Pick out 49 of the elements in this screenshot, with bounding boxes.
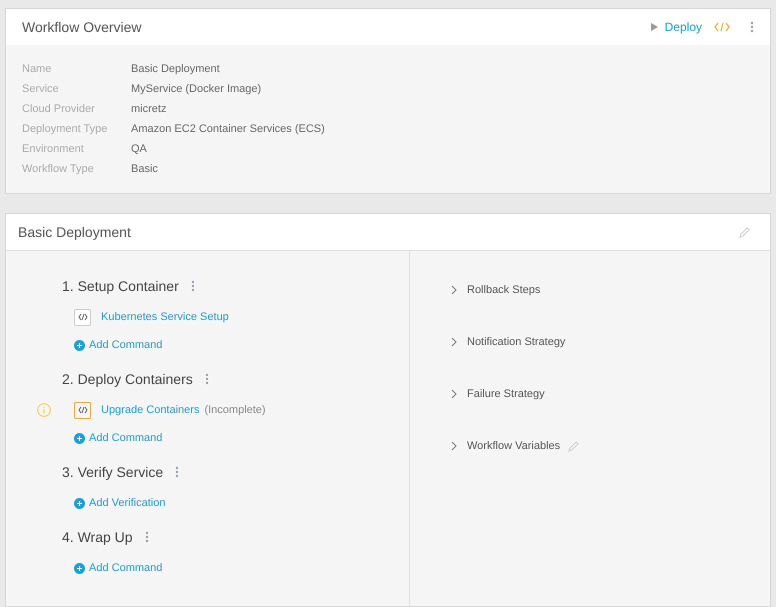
plus-circle-icon — [74, 340, 85, 350]
code-icon — [74, 402, 91, 418]
field-label: Name — [22, 62, 52, 77]
add-command-button[interactable]: Add Command — [74, 331, 409, 359]
field-value: MyService (Docker Image) — [131, 82, 262, 97]
step-link[interactable]: Upgrade Containers — [101, 402, 200, 418]
play-icon — [650, 23, 658, 31]
field-label: Environment — [22, 142, 85, 157]
chevron-icon — [451, 285, 457, 295]
phase-title: 3. Verify Service — [62, 462, 164, 482]
card-title: Basic Deployment — [18, 222, 132, 242]
field-label: Cloud Provider — [22, 102, 96, 117]
code-icon — [74, 308, 91, 326]
pencil-icon[interactable] — [568, 440, 580, 452]
add-command-button[interactable]: Add Command — [74, 554, 409, 582]
pencil-icon[interactable] — [739, 226, 750, 238]
field-value: micretz — [131, 102, 166, 117]
chevron-icon — [451, 389, 457, 399]
field-value: Amazon EC2 Container Services (ECS) — [131, 122, 325, 137]
more-options-icon[interactable] — [144, 531, 149, 543]
more-options-icon[interactable] — [190, 280, 195, 292]
code-icon[interactable] — [714, 22, 730, 32]
chevron-icon — [451, 441, 457, 451]
phase-title: 2. Deploy Containers — [62, 370, 193, 389]
field-value: QA — [131, 142, 147, 157]
card-title: Workflow Overview — [22, 18, 143, 36]
more-options-icon[interactable] — [175, 466, 180, 478]
section-toggle[interactable]: Failure Strategy — [451, 386, 545, 402]
field-value: Basic Deployment — [131, 62, 220, 77]
chevron-icon — [451, 337, 457, 347]
add-command-button[interactable]: Add Command — [74, 424, 409, 452]
phase-title: 1. Setup Container — [62, 276, 179, 296]
section-toggle[interactable]: Notification Strategy — [451, 334, 566, 350]
plus-circle-icon — [74, 562, 85, 574]
plus-circle-icon — [74, 432, 85, 444]
step-status: (Incomplete) — [204, 402, 266, 418]
plus-circle-icon — [74, 498, 85, 508]
more-options-icon[interactable] — [750, 21, 754, 33]
deploy-button[interactable]: Deploy — [664, 18, 702, 36]
step-link[interactable]: Kubernetes Service Setup — [101, 308, 229, 326]
field-label: Service — [22, 82, 60, 97]
phase-title: 4. Wrap Up — [62, 528, 133, 547]
field-value: Basic — [131, 162, 158, 177]
section-toggle[interactable]: Rollback Steps — [451, 282, 540, 298]
section-toggle[interactable]: Workflow Variables — [451, 438, 560, 454]
more-options-icon[interactable] — [204, 373, 209, 385]
field-label: Deployment Type — [22, 122, 108, 137]
field-label: Workflow Type — [22, 162, 95, 177]
add-command-button[interactable]: Add Verification — [74, 489, 409, 517]
